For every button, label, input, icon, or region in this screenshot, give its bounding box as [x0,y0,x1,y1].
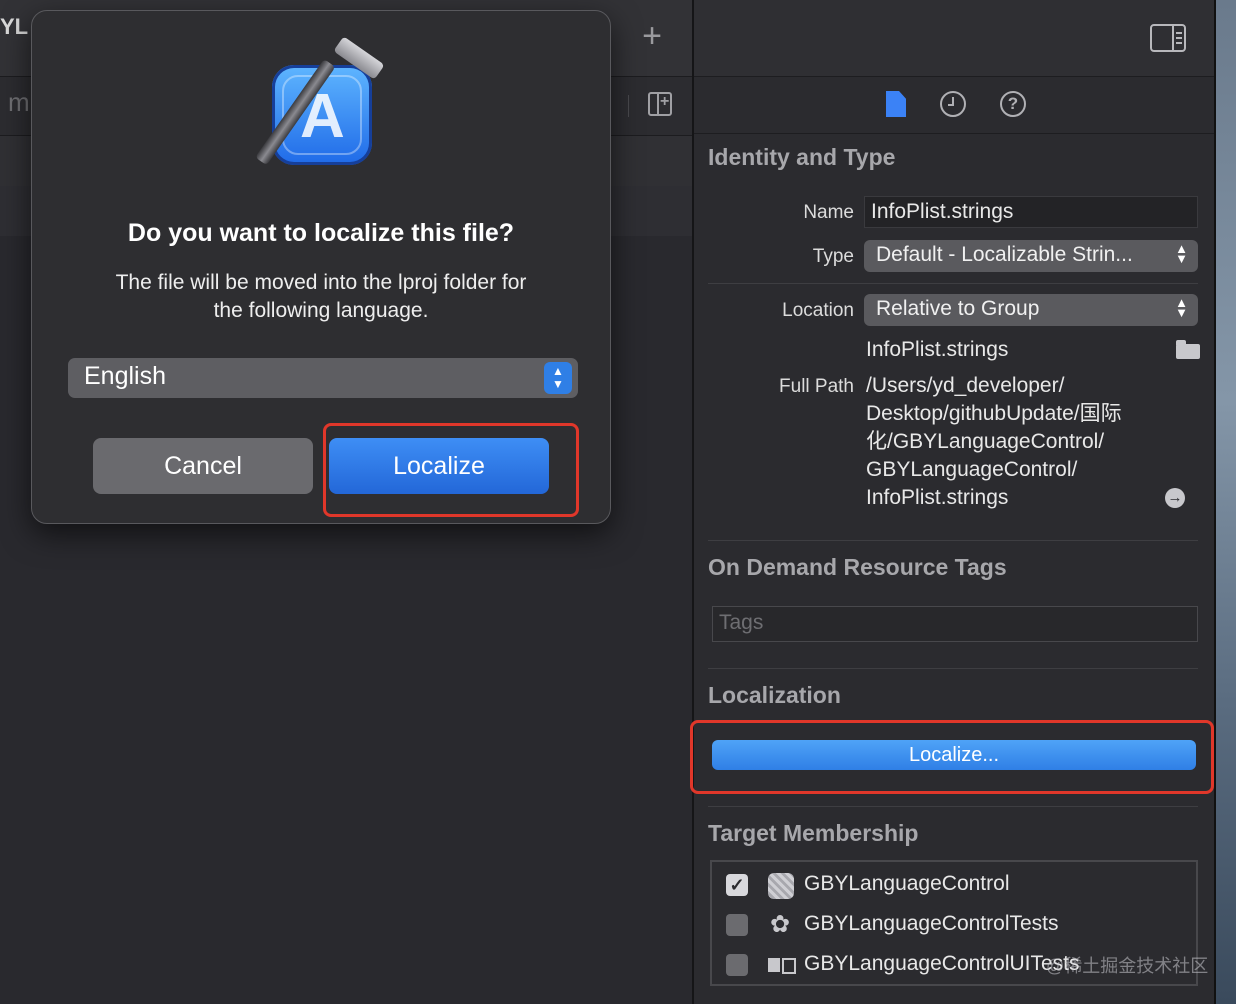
highlight-annotation [323,423,579,517]
reveal-in-finder-arrow-icon[interactable]: → [1165,488,1185,508]
identity-section-title[interactable]: Identity and Type [708,144,895,171]
location-popup[interactable]: Relative to Group ▲ ▼ [864,294,1198,326]
file-inspector-icon[interactable] [884,91,910,117]
toggle-inspector-icon[interactable] [1150,24,1186,52]
language-popup-value: English [84,362,166,390]
target-checkbox[interactable] [726,954,748,976]
add-tab-icon[interactable]: + [636,19,668,53]
target-name: GBYLanguageControlUITests [804,952,1080,975]
full-path-line: 化/GBYLanguageControl/ [866,430,1105,453]
inspector-toolbar [694,0,1214,77]
on-demand-section-title[interactable]: On Demand Resource Tags [708,554,1007,581]
watermark: @稀土掘金技术社区 [1046,956,1209,976]
dialog-message-line: The file will be moved into the lproj fo… [115,271,527,294]
full-path-value: /Users/yd_developer/ Desktop/githubUpdat… [866,372,1122,512]
full-path-line: GBYLanguageControl/ [866,458,1078,481]
localization-section-title[interactable]: Localization [708,682,841,709]
target-membership-section-title[interactable]: Target Membership [708,820,918,847]
file-inspector-panel: ? Identity and Type Name InfoPlist.strin… [690,0,1214,1004]
section-divider [708,806,1198,807]
target-row: GBYLanguageControlTests [726,910,1196,942]
section-divider [708,283,1198,284]
jump-bar-divider [628,95,629,117]
editor-tab-label[interactable]: YL [0,14,28,40]
dialog-title: Do you want to localize this file? [127,219,515,247]
cancel-button[interactable]: Cancel [93,438,313,494]
test-target-icon [768,910,794,939]
name-label: Name [803,202,854,223]
full-path-line: Desktop/githubUpdate/国际 [866,402,1122,425]
add-editor-icon[interactable] [648,92,672,116]
target-checkbox[interactable]: ✓ [726,874,748,896]
section-divider [708,540,1198,541]
target-name: GBYLanguageControl [804,872,1010,895]
tags-input[interactable]: Tags [712,606,1198,642]
dialog-message-line: the following language. [213,299,429,322]
uitest-target-icon [768,953,796,979]
quick-help-icon[interactable]: ? [1000,91,1026,117]
target-row: ✓ GBYLanguageControl [726,872,1196,902]
folder-icon[interactable] [1176,340,1200,360]
full-path-line: InfoPlist.strings [866,486,1009,509]
chevron-updown-icon: ▲ ▼ [544,362,572,394]
chevron-updown-icon: ▲ ▼ [1175,295,1188,320]
jump-bar-label[interactable]: m [8,87,30,118]
highlight-annotation [690,720,1214,794]
localize-dialog: A Do you want to localize this file? The… [31,10,611,524]
location-popup-value: Relative to Group [876,297,1040,320]
inspector-tabs: ? [694,77,1214,134]
chevron-updown-icon: ▲ ▼ [1175,241,1188,266]
full-path-line: /Users/yd_developer/ [866,374,1065,397]
language-popup[interactable]: English ▲ ▼ [68,358,578,398]
full-path-label: Full Path [779,376,854,397]
dialog-message: The file will be moved into the lproj fo… [72,269,570,325]
target-name: GBYLanguageControlTests [804,912,1059,935]
location-filename: InfoPlist.strings [866,338,1009,361]
type-popup-value: Default - Localizable Strin... [876,243,1133,266]
name-field[interactable]: InfoPlist.strings [864,196,1198,228]
section-divider [708,668,1198,669]
target-checkbox[interactable] [726,914,748,936]
app-target-icon [768,873,794,899]
history-inspector-icon[interactable] [940,91,966,117]
desktop-background [1214,0,1236,1004]
location-label: Location [782,300,854,321]
xcode-app-icon: A [255,36,388,173]
type-popup[interactable]: Default - Localizable Strin... ▲ ▼ [864,240,1198,272]
type-label: Type [812,246,854,267]
